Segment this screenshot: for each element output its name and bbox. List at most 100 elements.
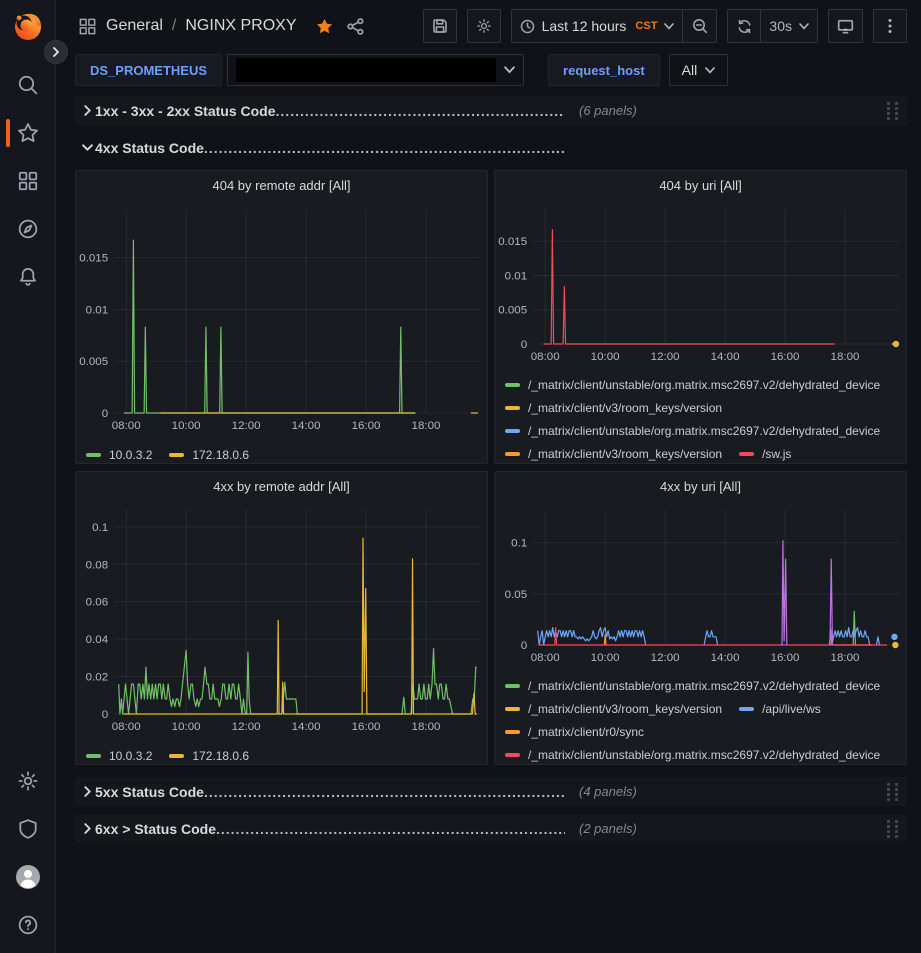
legend-swatch bbox=[739, 452, 754, 456]
sidebar-item-help[interactable] bbox=[0, 901, 56, 949]
svg-text:16:00: 16:00 bbox=[771, 652, 800, 664]
panel-legend: 10.0.3.2 172.18.0.6 bbox=[76, 742, 487, 764]
timeseries-chart-404-uri[interactable]: 00.0050.010.01508:0010:0012:0014:0016:00… bbox=[495, 199, 906, 371]
svg-text:18:00: 18:00 bbox=[412, 721, 441, 733]
legend-swatch bbox=[86, 453, 101, 457]
sidebar bbox=[0, 0, 56, 953]
timeseries-chart-4xx-uri[interactable]: 00.050.108:0010:0012:0014:0016:0018:00 bbox=[495, 500, 906, 672]
refresh-button[interactable] bbox=[727, 9, 761, 43]
share-icon[interactable] bbox=[347, 18, 364, 35]
time-range-picker[interactable]: Last 12 hours CST bbox=[511, 9, 684, 43]
svg-text:0.01: 0.01 bbox=[86, 304, 108, 316]
sidebar-item-dashboards[interactable] bbox=[0, 157, 56, 205]
kebab-menu-button[interactable] bbox=[873, 9, 907, 43]
legend-item[interactable]: /_matrix/client/r0/sync bbox=[505, 720, 644, 743]
svg-text:0.02: 0.02 bbox=[86, 672, 108, 684]
dashboard-settings-button[interactable] bbox=[467, 9, 501, 43]
monitor-icon bbox=[837, 18, 854, 35]
row-drag-handle[interactable] bbox=[885, 818, 901, 840]
compass-icon bbox=[17, 218, 39, 240]
legend-item[interactable]: 172.18.0.6 bbox=[169, 744, 249, 764]
save-dashboard-button[interactable] bbox=[423, 9, 457, 43]
sidebar-item-configuration[interactable] bbox=[0, 757, 56, 805]
sidebar-item-profile[interactable] bbox=[0, 853, 56, 901]
variables-bar: DS_PROMETHEUS request_host All bbox=[56, 52, 921, 92]
panel-4xx-by-uri: 4xx by uri [All] 00.050.108:0010:0012:00… bbox=[494, 471, 907, 765]
svg-text:08:00: 08:00 bbox=[112, 420, 141, 432]
panel-legend: /_matrix/client/unstable/org.matrix.msc2… bbox=[495, 371, 906, 463]
row-header-4xx[interactable]: 4xx Status Code ........................… bbox=[75, 133, 907, 162]
panel-title[interactable]: 4xx by remote addr [All] bbox=[76, 472, 487, 500]
legend-item[interactable]: /_matrix/client/unstable/org.matrix.msc2… bbox=[505, 373, 880, 396]
panel-title[interactable]: 404 by remote addr [All] bbox=[76, 171, 487, 199]
chevron-down-icon bbox=[664, 23, 674, 30]
grafana-logo[interactable] bbox=[11, 9, 45, 43]
panel-legend: 10.0.3.2 172.18.0.6 bbox=[76, 441, 487, 463]
tv-mode-button[interactable] bbox=[828, 9, 863, 43]
legend-item[interactable]: /_matrix/client/v3/room_keys/version bbox=[505, 396, 722, 419]
legend-item[interactable]: 10.0.3.2 bbox=[86, 443, 152, 463]
legend-item[interactable]: 10.0.3.2 bbox=[86, 744, 152, 764]
legend-label: /_matrix/client/v3/room_keys/version bbox=[528, 447, 722, 461]
variable-ds-prometheus-label[interactable]: DS_PROMETHEUS bbox=[75, 54, 222, 86]
svg-text:0.1: 0.1 bbox=[92, 522, 108, 534]
sidebar-item-server-admin[interactable] bbox=[0, 805, 56, 853]
row-panel-count: (4 panels) bbox=[579, 784, 637, 799]
legend-item[interactable]: /_matrix/client/unstable/org.matrix.msc2… bbox=[505, 419, 880, 442]
legend-label: 10.0.3.2 bbox=[109, 448, 152, 462]
legend-label: 10.0.3.2 bbox=[109, 749, 152, 763]
svg-text:0.1: 0.1 bbox=[511, 538, 527, 550]
legend-item[interactable]: /sw.js bbox=[739, 442, 791, 463]
legend-swatch bbox=[505, 452, 520, 456]
row-panel-count: (6 panels) bbox=[579, 103, 637, 118]
svg-text:12:00: 12:00 bbox=[232, 420, 261, 432]
breadcrumb-folder[interactable]: General bbox=[106, 17, 163, 35]
svg-text:14:00: 14:00 bbox=[292, 721, 321, 733]
variable-ds-prometheus-select[interactable] bbox=[227, 54, 524, 86]
sidebar-item-search[interactable] bbox=[0, 61, 56, 109]
shield-icon bbox=[17, 818, 39, 840]
row-header-6xx[interactable]: 6xx > Status Code ......................… bbox=[75, 814, 907, 843]
row-dots-leader: ........................................… bbox=[276, 103, 565, 119]
legend-item[interactable]: /_matrix/client/v3/room_keys/version bbox=[505, 697, 722, 720]
refresh-interval-picker[interactable]: 30s bbox=[761, 9, 818, 43]
gear-icon bbox=[17, 770, 39, 792]
time-range-label: Last 12 hours bbox=[542, 18, 627, 34]
legend-swatch bbox=[505, 684, 520, 688]
row-dots-leader: ........................................… bbox=[216, 821, 565, 837]
legend-swatch bbox=[505, 730, 520, 734]
zoom-out-time-button[interactable] bbox=[683, 9, 717, 43]
legend-item[interactable]: 172.18.0.6 bbox=[169, 443, 249, 463]
sidebar-item-explore[interactable] bbox=[0, 205, 56, 253]
row-drag-handle[interactable] bbox=[885, 100, 901, 122]
row-title: 4xx Status Code bbox=[95, 140, 204, 156]
svg-text:12:00: 12:00 bbox=[232, 721, 261, 733]
panel-title[interactable]: 4xx by uri [All] bbox=[495, 472, 906, 500]
timeseries-chart-404-remote-addr[interactable]: 00.0050.010.01508:0010:0012:0014:0016:00… bbox=[76, 199, 487, 441]
svg-text:0.06: 0.06 bbox=[86, 597, 108, 609]
svg-text:0.015: 0.015 bbox=[79, 253, 108, 265]
variable-request-host-label[interactable]: request_host bbox=[548, 54, 660, 86]
svg-text:0.01: 0.01 bbox=[505, 270, 527, 282]
legend-item[interactable]: /_matrix/client/v3/room_keys/version bbox=[505, 442, 722, 463]
sidebar-item-alerting[interactable] bbox=[0, 253, 56, 301]
row-header-1xx-3xx-2xx[interactable]: 1xx - 3xx - 2xx Status Code ............… bbox=[75, 96, 907, 125]
legend-label: /api/live/ws bbox=[762, 702, 821, 716]
panel-legend: /_matrix/client/unstable/org.matrix.msc2… bbox=[495, 672, 906, 764]
timeseries-chart-4xx-remote-addr[interactable]: 00.020.040.060.080.108:0010:0012:0014:00… bbox=[76, 500, 487, 742]
star-filled-icon[interactable] bbox=[316, 18, 333, 35]
svg-text:08:00: 08:00 bbox=[112, 721, 141, 733]
sidebar-item-starred[interactable] bbox=[0, 109, 56, 157]
panel-title[interactable]: 404 by uri [All] bbox=[495, 171, 906, 199]
legend-item[interactable]: /api/live/ws bbox=[739, 697, 821, 720]
row-header-5xx[interactable]: 5xx Status Code ........................… bbox=[75, 777, 907, 806]
row-title: 5xx Status Code bbox=[95, 784, 204, 800]
legend-item[interactable]: /_matrix/client/unstable/org.matrix.msc2… bbox=[505, 674, 880, 697]
chevron-right-icon bbox=[82, 105, 93, 116]
variable-request-host-select[interactable]: All bbox=[669, 54, 729, 86]
breadcrumb-dashboard-title[interactable]: NGINX PROXY bbox=[185, 17, 296, 35]
chevron-down-icon bbox=[705, 67, 715, 74]
row-drag-handle[interactable] bbox=[885, 781, 901, 803]
legend-item[interactable]: /_matrix/client/unstable/org.matrix.msc2… bbox=[505, 743, 880, 764]
svg-text:08:00: 08:00 bbox=[531, 652, 560, 664]
